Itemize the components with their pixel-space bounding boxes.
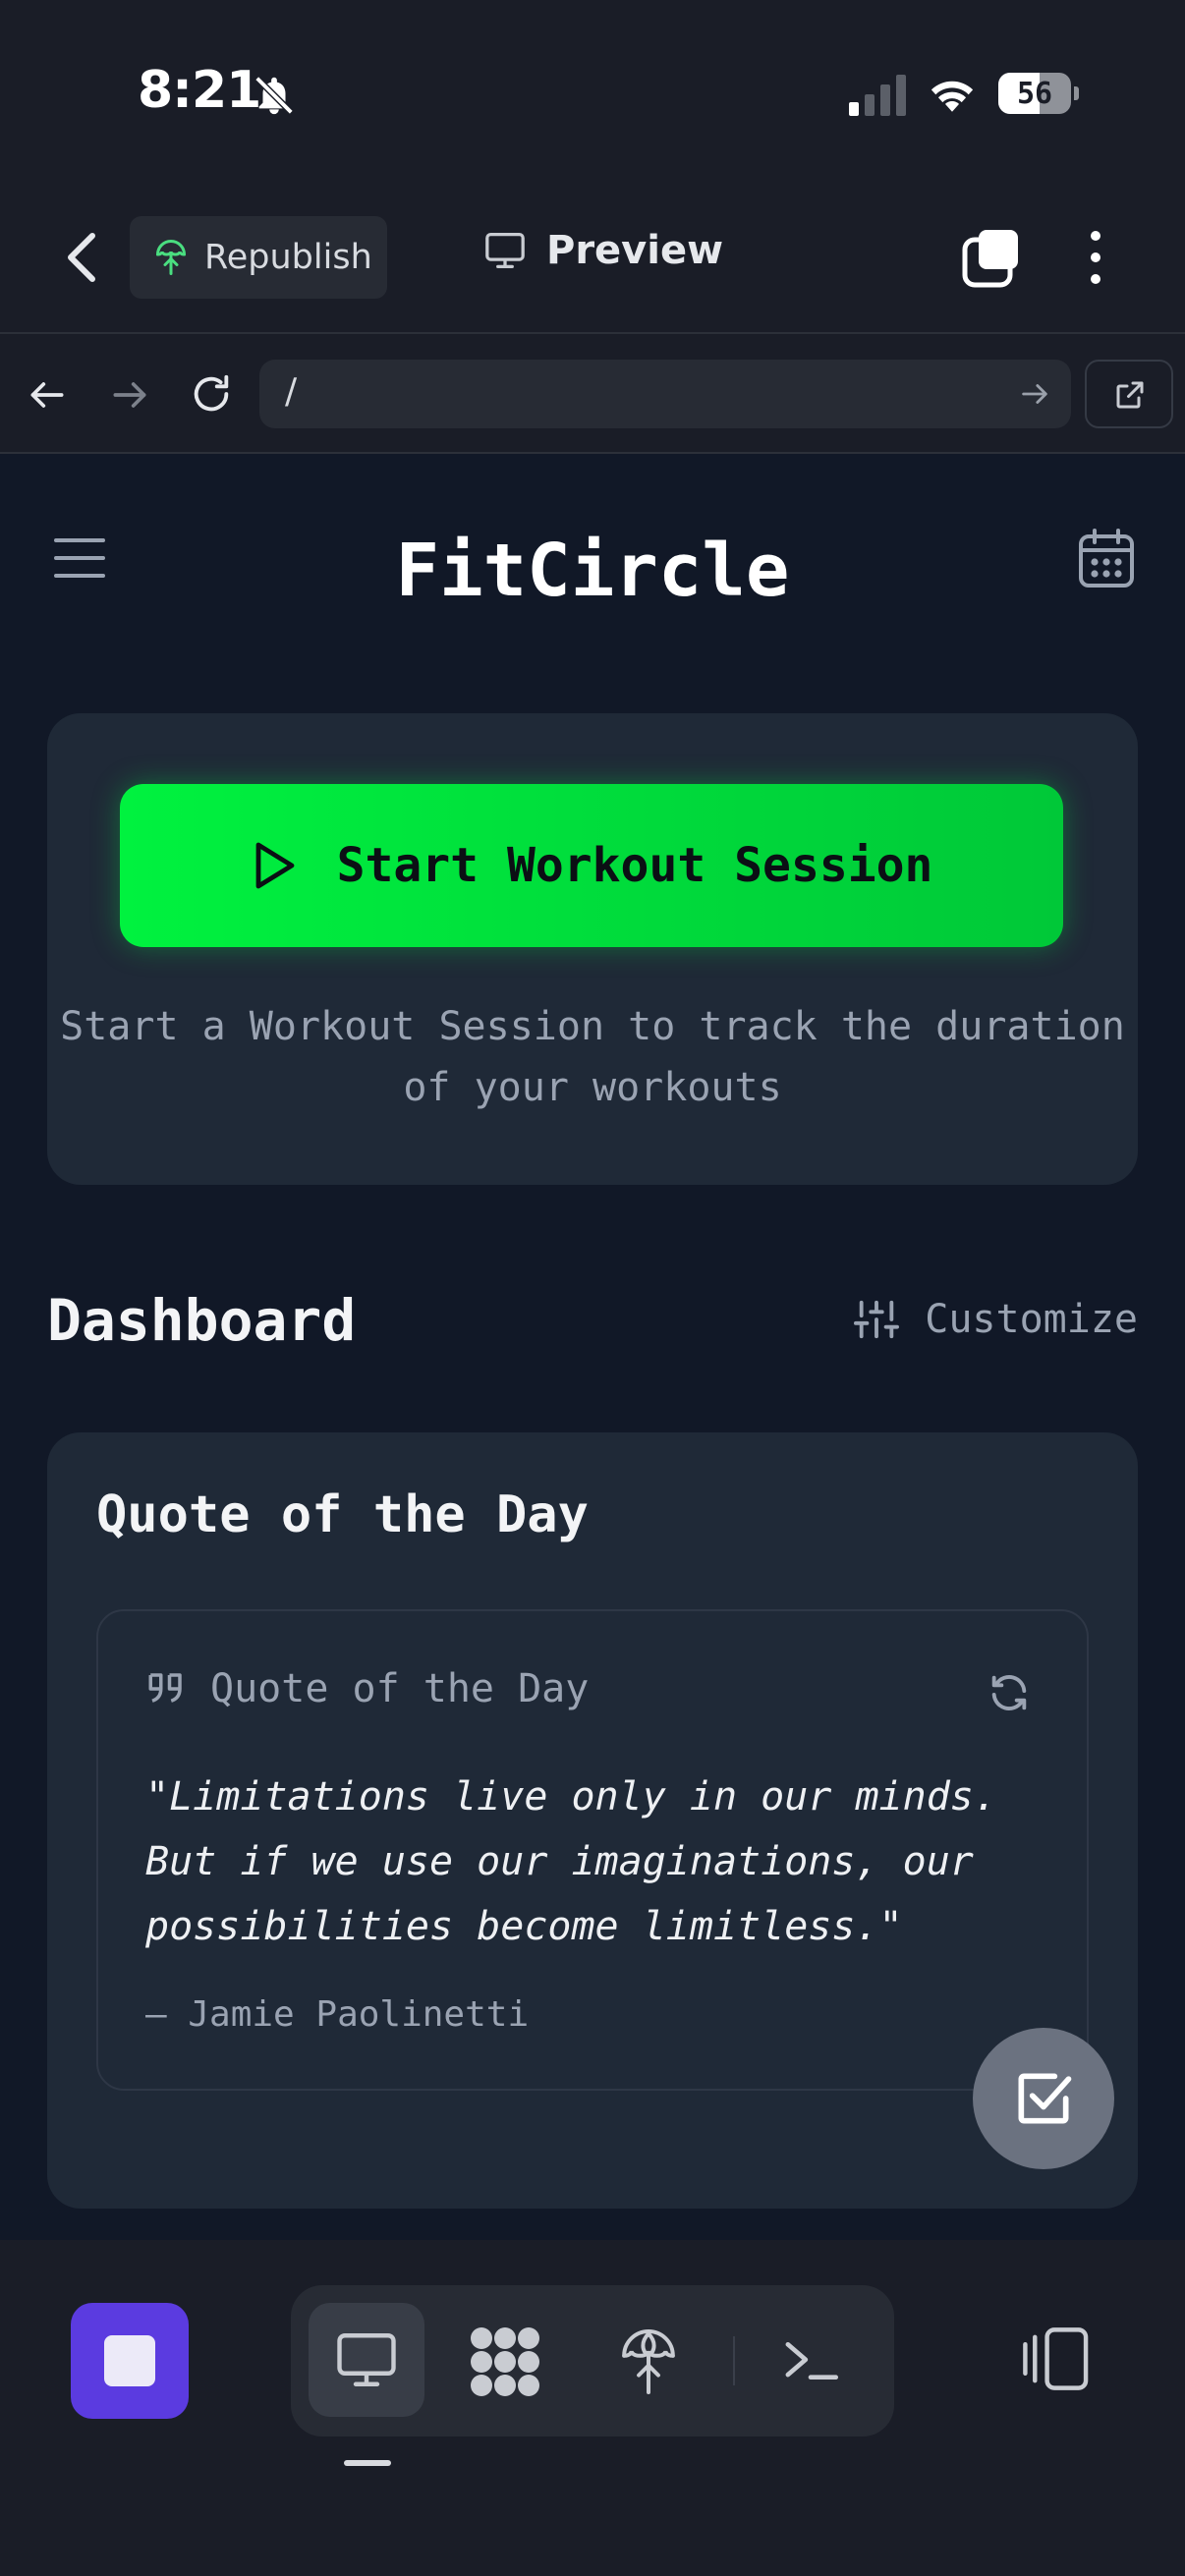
sliders-icon xyxy=(854,1297,900,1342)
arrow-left-icon xyxy=(30,382,64,408)
browser-forward-button[interactable] xyxy=(108,373,151,417)
republish-label: Republish xyxy=(204,238,372,277)
deploy-icon xyxy=(622,2329,675,2395)
quote-icon xyxy=(145,1668,187,1709)
start-workout-button[interactable]: Start Workout Session xyxy=(120,784,1063,947)
battery-icon: 56 xyxy=(998,73,1079,114)
monitor-icon xyxy=(337,2333,396,2386)
tabs-icon xyxy=(962,230,1018,288)
nodes-icon xyxy=(471,2327,539,2396)
preview-button[interactable]: Preview xyxy=(483,228,723,273)
shell-view-tab[interactable] xyxy=(780,2334,841,2387)
external-link-icon xyxy=(1112,377,1148,413)
browser-back-button[interactable] xyxy=(26,373,69,417)
quote-panel: Quote of the Day "Limitations live only … xyxy=(96,1609,1089,2091)
reload-button[interactable] xyxy=(189,371,234,417)
url-text: / xyxy=(285,371,298,412)
deploy-view-tab[interactable] xyxy=(619,2326,678,2397)
tabs-button[interactable] xyxy=(961,228,1022,289)
chevron-left-icon xyxy=(68,233,95,282)
republish-button[interactable]: Republish xyxy=(130,216,387,299)
reload-icon xyxy=(194,374,229,412)
bell-slash-icon xyxy=(252,73,297,118)
more-vertical-icon xyxy=(1091,231,1100,284)
dashboard-title: Dashboard xyxy=(47,1287,357,1354)
active-tab-indicator xyxy=(344,2460,391,2466)
status-time: 8:21 xyxy=(138,61,261,120)
refresh-icon xyxy=(991,1675,1027,1710)
app-viewport: FitCircle Start Workout Session Start a … xyxy=(0,454,1185,2240)
battery-level: 56 xyxy=(1016,77,1053,111)
workflows-view-tab[interactable] xyxy=(468,2324,542,2399)
more-menu-button[interactable] xyxy=(1081,228,1110,287)
checklist-fab-button[interactable] xyxy=(973,2028,1114,2169)
customize-label: Customize xyxy=(925,1297,1138,1342)
checkbox-icon xyxy=(1018,2073,1072,2124)
panel-toggle-button[interactable] xyxy=(1018,2324,1091,2393)
segment-divider xyxy=(733,2336,735,2385)
customize-button[interactable]: Customize xyxy=(854,1297,1138,1342)
calendar-icon xyxy=(1079,529,1134,588)
cellular-signal-icon xyxy=(849,73,906,116)
quote-author: — Jamie Paolinetti xyxy=(145,1994,530,2035)
quote-text: "Limitations live only in our minds. But… xyxy=(145,1774,997,1949)
arrow-right-icon xyxy=(113,382,146,408)
go-arrow-icon[interactable] xyxy=(1018,377,1051,411)
back-button[interactable] xyxy=(61,230,104,285)
start-workout-description: Start a Workout Session to track the dur… xyxy=(60,1004,1125,1110)
preview-view-tab[interactable] xyxy=(309,2303,424,2417)
preview-label: Preview xyxy=(546,228,724,273)
play-icon xyxy=(251,839,298,892)
quote-header-label: Quote of the Day xyxy=(210,1666,590,1711)
monitor-icon xyxy=(483,231,527,270)
stop-button[interactable] xyxy=(71,2303,189,2419)
republish-icon xyxy=(153,238,189,277)
quote-card-title: Quote of the Day xyxy=(96,1485,589,1544)
calendar-button[interactable] xyxy=(1077,527,1136,589)
url-bar[interactable]: / xyxy=(259,360,1071,428)
terminal-icon xyxy=(785,2341,839,2380)
stop-icon xyxy=(104,2335,155,2386)
refresh-quote-button[interactable] xyxy=(987,1670,1032,1715)
view-switcher xyxy=(291,2285,894,2436)
toolbar-divider xyxy=(0,332,1185,334)
open-external-button[interactable] xyxy=(1085,360,1173,428)
quote-header: Quote of the Day xyxy=(145,1666,589,1711)
start-workout-label: Start Workout Session xyxy=(336,838,933,893)
split-panel-icon xyxy=(1023,2327,1089,2390)
app-title: FitCircle xyxy=(395,529,790,613)
workout-session-card: Start Workout Session Start a Workout Se… xyxy=(47,713,1138,1185)
wifi-icon xyxy=(926,71,979,114)
